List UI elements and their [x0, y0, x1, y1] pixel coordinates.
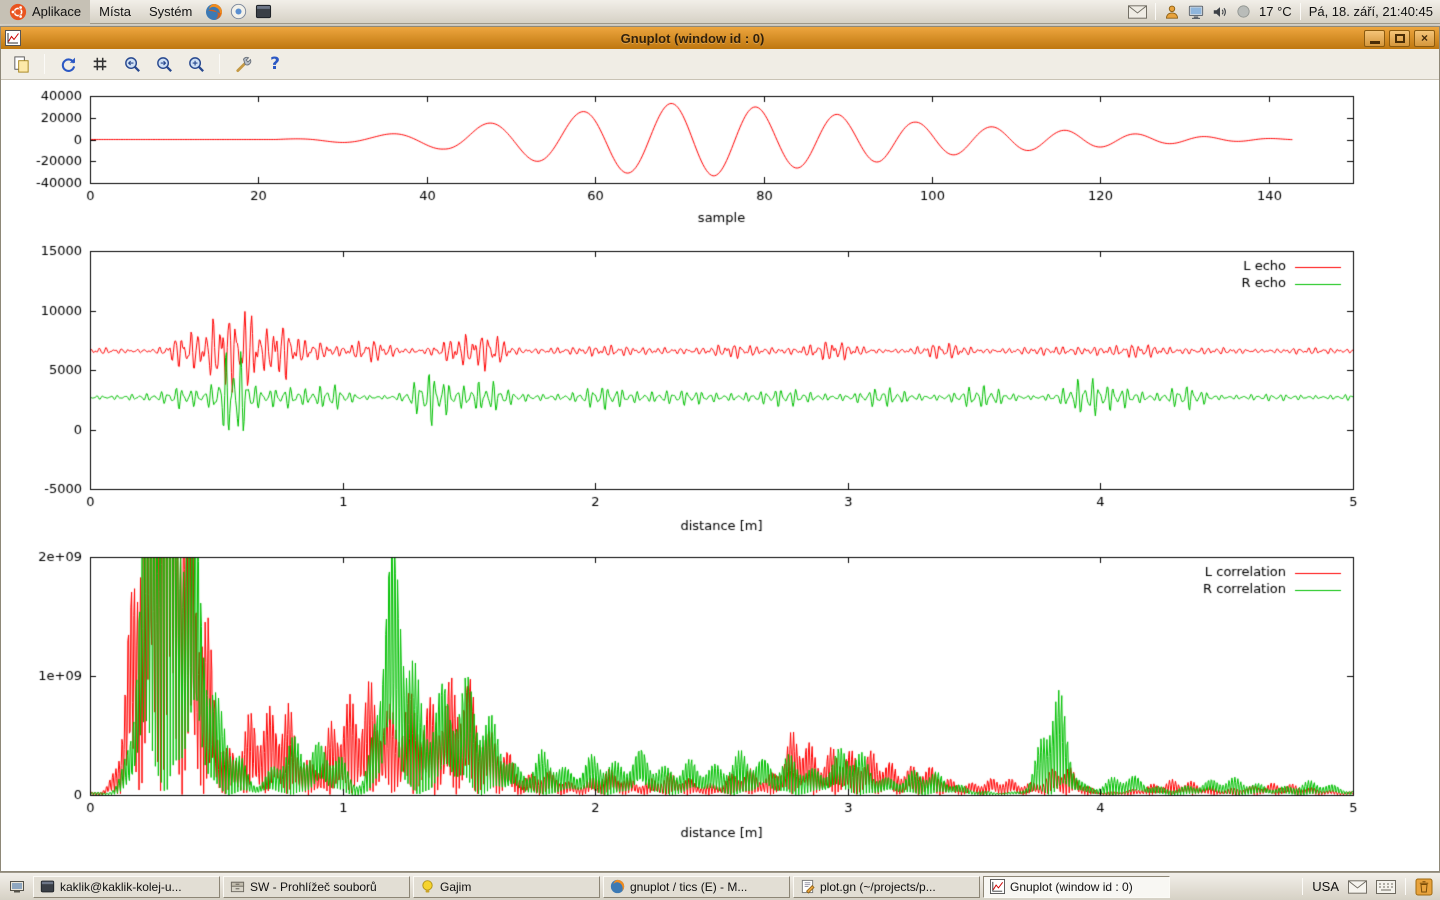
zoom-next-button[interactable] — [150, 52, 178, 77]
task-item-gnuplot[interactable]: Gnuplot (window id : 0) — [983, 876, 1170, 898]
task-item-terminal[interactable]: kaklik@kaklik-kolej-u... — [33, 876, 220, 898]
applications-menu[interactable]: Aplikace — [0, 0, 90, 24]
help-button[interactable]: ? — [261, 52, 289, 77]
terminal-launcher[interactable] — [251, 0, 276, 24]
firefox-icon — [610, 879, 625, 894]
autoscale-button[interactable] — [182, 52, 210, 77]
replot-button[interactable] — [54, 52, 82, 77]
task-item-gajim[interactable]: Gajim — [413, 876, 600, 898]
copy-icon — [12, 55, 31, 74]
toolbar-separator — [219, 54, 220, 74]
gnuplot-toolbar: ? — [1, 49, 1439, 80]
temperature-label: 17 °C — [1259, 4, 1292, 19]
autoscale-icon — [187, 55, 206, 74]
clock-label[interactable]: Pá, 18. září, 21:40:45 — [1309, 4, 1433, 19]
tray-separator — [1300, 3, 1301, 20]
refresh-icon — [59, 55, 78, 74]
toggle-grid-button[interactable] — [86, 52, 114, 77]
keyboard-layout-indicator[interactable]: USA — [1312, 879, 1339, 894]
plot-surface — [1, 80, 1439, 871]
wrench-icon — [234, 55, 253, 74]
zoom-next-icon — [155, 55, 174, 74]
titlebar[interactable]: Gnuplot (window id : 0) × — [1, 27, 1439, 49]
text-editor-icon — [800, 879, 815, 894]
terminal-icon — [255, 3, 272, 20]
system-menu[interactable]: Systém — [140, 0, 201, 24]
task-item-file-manager[interactable]: SW - Prohlížeč souborů — [223, 876, 410, 898]
zoom-previous-icon — [123, 55, 142, 74]
tray-separator — [1405, 878, 1406, 895]
top-panel: Aplikace Místa Systém — [0, 0, 1440, 24]
firefox-icon — [205, 3, 223, 21]
gnuplot-icon — [990, 879, 1005, 894]
show-desktop-icon — [9, 879, 25, 895]
bottom-taskbar: kaklik@kaklik-kolej-u... SW - Prohlížeč … — [0, 872, 1440, 900]
gajim-icon — [420, 879, 435, 894]
applications-menu-label: Aplikace — [32, 4, 81, 19]
weather-icon[interactable] — [1236, 4, 1251, 19]
trash-icon[interactable] — [1415, 878, 1433, 896]
show-desktop-button[interactable] — [4, 876, 30, 898]
task-item-label: plot.gn (~/projects/p... — [820, 880, 936, 894]
tray-separator — [1302, 878, 1303, 895]
system-menu-label: Systém — [149, 4, 192, 19]
places-menu[interactable]: Místa — [90, 0, 140, 24]
mail-notification-icon[interactable] — [1128, 5, 1147, 19]
grid-icon — [91, 55, 109, 73]
help-icon: ? — [270, 54, 280, 74]
keyboard-icon[interactable] — [1376, 880, 1396, 894]
display-icon[interactable] — [1188, 4, 1204, 20]
help-launcher[interactable] — [226, 0, 251, 24]
task-item-label: gnuplot / tics (E) - M... — [630, 880, 747, 894]
gnuplot-window: Gnuplot (window id : 0) × — [0, 26, 1440, 872]
file-manager-icon — [230, 879, 245, 894]
toolbar-separator — [44, 54, 45, 74]
ubuntu-logo-icon — [9, 3, 27, 21]
top-panel-tray: 17 °C Pá, 18. září, 21:40:45 — [1128, 3, 1440, 20]
copy-button[interactable] — [7, 52, 35, 77]
help-ball-icon — [230, 3, 247, 20]
task-item-label: Gnuplot (window id : 0) — [1010, 880, 1133, 894]
window-title: Gnuplot (window id : 0) — [25, 31, 1360, 46]
configure-button[interactable] — [229, 52, 257, 77]
terminal-icon — [40, 879, 55, 894]
places-menu-label: Místa — [99, 4, 131, 19]
taskbar-tray: USA — [1302, 878, 1436, 896]
task-item-text-editor[interactable]: plot.gn (~/projects/p... — [793, 876, 980, 898]
task-item-label: Gajim — [440, 880, 471, 894]
gnuplot-plot-canvas[interactable] — [1, 80, 1439, 871]
gnuplot-window-icon — [5, 30, 21, 46]
mail-icon[interactable] — [1348, 880, 1367, 894]
minimize-button[interactable] — [1364, 30, 1385, 47]
user-switcher-icon[interactable] — [1164, 4, 1180, 20]
tray-separator — [1155, 3, 1156, 20]
zoom-previous-button[interactable] — [118, 52, 146, 77]
maximize-button[interactable] — [1389, 30, 1410, 47]
close-button[interactable]: × — [1414, 30, 1435, 47]
task-item-label: SW - Prohlížeč souborů — [250, 880, 377, 894]
task-item-firefox[interactable]: gnuplot / tics (E) - M... — [603, 876, 790, 898]
volume-icon[interactable] — [1212, 4, 1228, 20]
task-item-label: kaklik@kaklik-kolej-u... — [60, 880, 182, 894]
firefox-launcher[interactable] — [201, 0, 226, 24]
